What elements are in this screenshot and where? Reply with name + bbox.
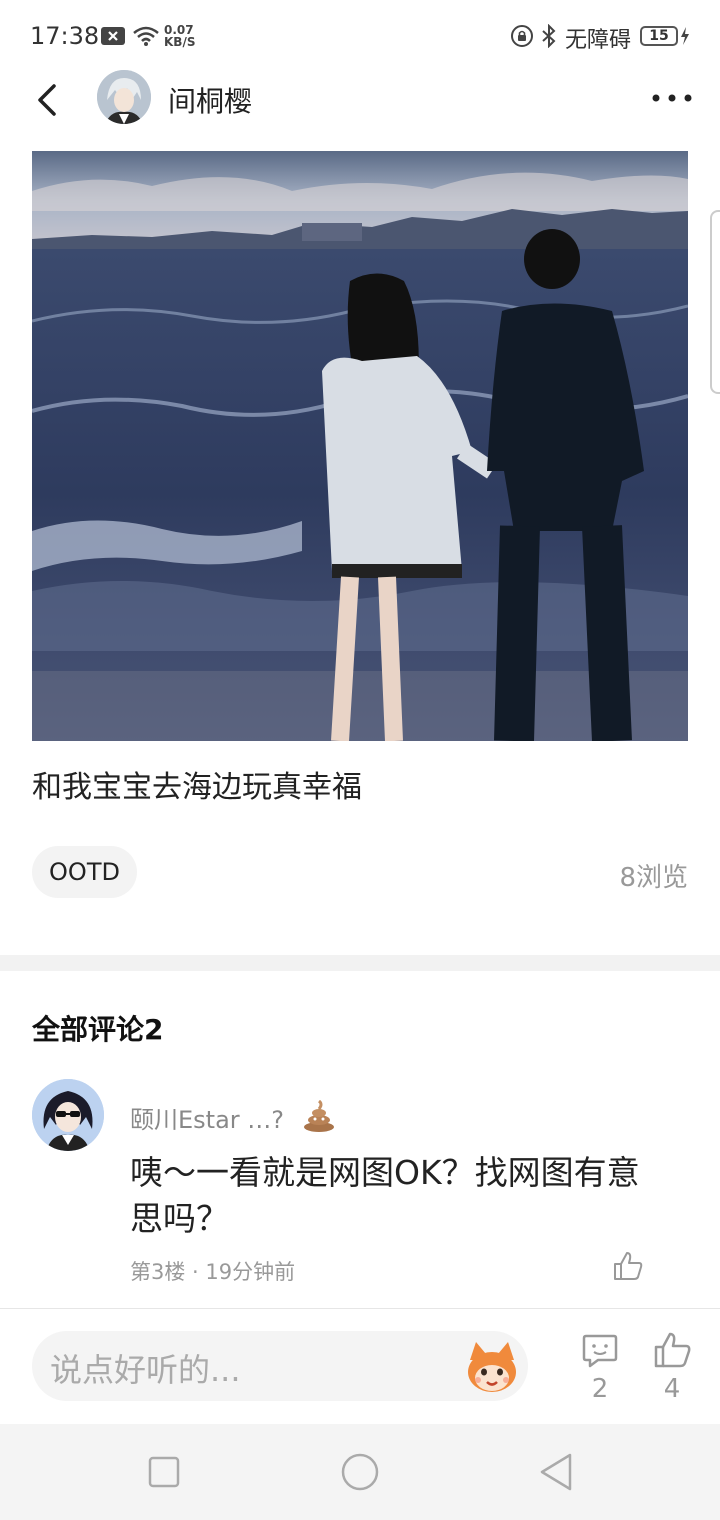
commenter-avatar[interactable] bbox=[32, 1079, 104, 1151]
comment-text: 咦～一看就是网图OK？找网图有意思吗？ bbox=[130, 1153, 640, 1238]
reply-count: 2 bbox=[591, 1374, 609, 1404]
view-count: 8浏览 bbox=[619, 863, 688, 893]
beach-couple-image bbox=[32, 151, 688, 741]
rotation-lock-icon bbox=[511, 25, 533, 47]
more-options-button[interactable] bbox=[648, 84, 696, 112]
commenter-name[interactable]: 颐川Estar …? bbox=[130, 1100, 284, 1135]
like-count: 4 bbox=[663, 1374, 681, 1404]
comment-like-icon[interactable] bbox=[612, 1250, 644, 1282]
post-text: 和我宝宝去海边玩真幸福 bbox=[32, 770, 362, 805]
battery-indicator: 15 bbox=[640, 26, 678, 46]
comment-input-placeholder[interactable]: 说点好听的... bbox=[50, 1345, 241, 1391]
topic-tag[interactable]: OOTD bbox=[32, 846, 137, 898]
charging-icon bbox=[681, 27, 689, 45]
emoji-mascot-icon[interactable] bbox=[462, 1338, 522, 1398]
recent-apps-icon[interactable] bbox=[148, 1456, 180, 1488]
network-speed: 0.07 KB/S bbox=[164, 24, 204, 48]
status-time: 17:38 bbox=[30, 22, 100, 50]
poop-emoji-icon bbox=[304, 1100, 334, 1132]
system-nav-bar bbox=[0, 1424, 720, 1520]
back-nav-icon[interactable] bbox=[538, 1452, 574, 1492]
author-name[interactable]: 间桐樱 bbox=[168, 80, 252, 120]
avatar-image bbox=[32, 1079, 104, 1151]
bluetooth-icon bbox=[542, 24, 556, 48]
avatar-image bbox=[97, 70, 151, 124]
wifi-icon bbox=[133, 26, 159, 46]
author-avatar[interactable] bbox=[97, 70, 151, 124]
accessibility-label: 无障碍 bbox=[565, 28, 632, 53]
comment-meta: 第3楼 · 19分钟前 bbox=[130, 1260, 296, 1284]
home-icon[interactable] bbox=[340, 1452, 380, 1492]
back-button[interactable] bbox=[30, 80, 70, 120]
like-icon[interactable] bbox=[652, 1330, 692, 1370]
post-photo[interactable] bbox=[32, 151, 688, 741]
comments-title: 全部评论2 bbox=[32, 1013, 164, 1046]
no-sim-icon bbox=[101, 27, 125, 45]
reply-icon[interactable] bbox=[580, 1330, 620, 1370]
section-divider bbox=[0, 955, 720, 971]
bottom-bar-divider bbox=[0, 1308, 720, 1309]
status-bar: 17:38 0.07 KB/S 无障碍 15 bbox=[0, 0, 720, 70]
network-speed-unit: KB/S bbox=[164, 35, 196, 49]
side-drag-handle[interactable] bbox=[710, 210, 720, 394]
